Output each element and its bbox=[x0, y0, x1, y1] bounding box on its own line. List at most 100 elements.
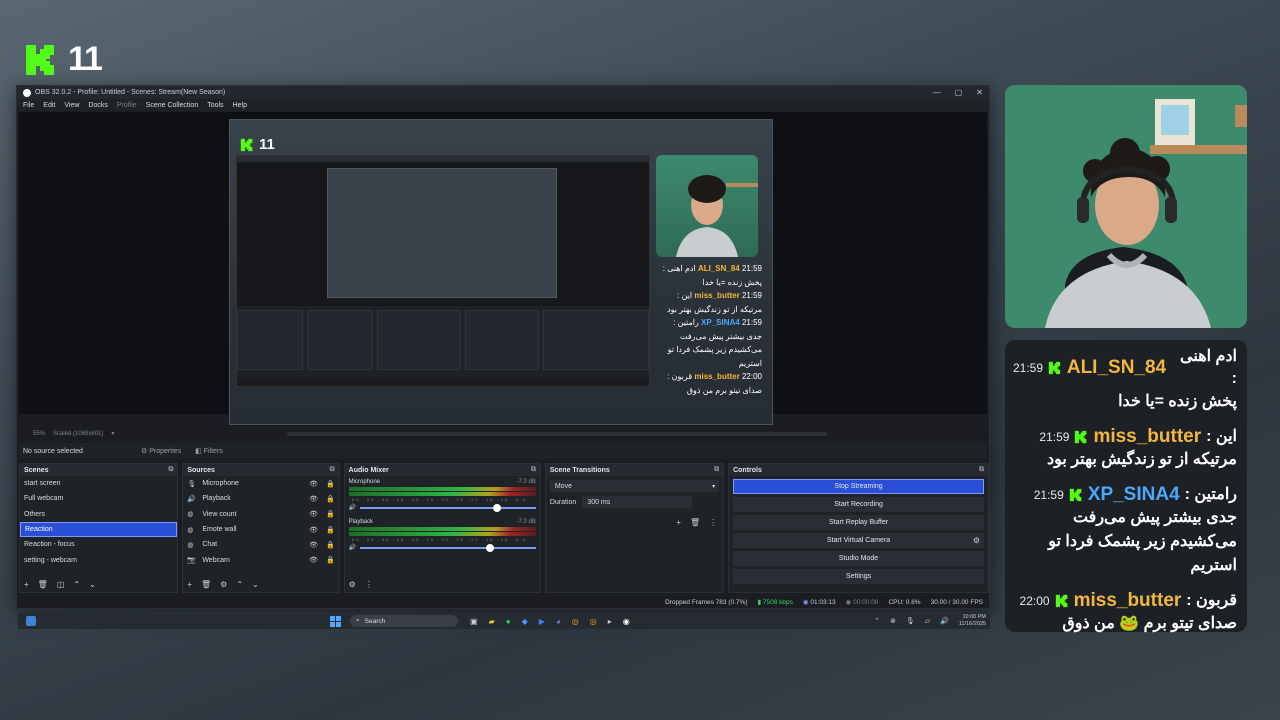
menu-view[interactable]: View bbox=[64, 102, 79, 109]
menu-profile[interactable]: Profile bbox=[117, 102, 137, 109]
eye-icon[interactable]: 👁 bbox=[309, 556, 318, 564]
move-up-icon[interactable]: ⌃ bbox=[236, 580, 243, 589]
eye-icon[interactable]: 👁 bbox=[309, 480, 318, 488]
scene-filter-icon[interactable]: ◫ bbox=[57, 580, 65, 589]
tray-icon[interactable]: ⊗ bbox=[890, 617, 896, 625]
dock-menu-icon[interactable]: ⧉ bbox=[168, 466, 173, 474]
source-item[interactable]: ◍ Emote wall 👁 🔒 bbox=[183, 522, 338, 537]
mixer-menu-icon[interactable]: ⋮ bbox=[365, 580, 373, 589]
lock-icon[interactable]: 🔒 bbox=[326, 480, 335, 488]
remove-source-icon[interactable]: 🗑 bbox=[201, 580, 211, 589]
preview-horizontal-scrollbar[interactable] bbox=[287, 432, 827, 436]
preview-area[interactable]: 11 21:59 ALI_SN_84 ادم اهنی: پخش زنده =… bbox=[19, 112, 987, 425]
zoom-level[interactable]: 55% bbox=[33, 431, 45, 437]
chat-username[interactable]: miss_butter bbox=[1093, 426, 1201, 448]
maximize-button[interactable]: ▢ bbox=[955, 88, 963, 97]
remove-scene-icon[interactable]: 🗑 bbox=[38, 580, 48, 589]
widgets-icon[interactable] bbox=[26, 616, 36, 626]
scene-item[interactable]: Full webcam bbox=[20, 491, 177, 506]
source-item[interactable]: ◍ Chat 👁 🔒 bbox=[183, 537, 338, 552]
windows-start-icon[interactable] bbox=[330, 615, 341, 627]
chat-username[interactable]: ALI_SN_84 bbox=[1067, 357, 1166, 379]
menu-file[interactable]: File bbox=[23, 102, 34, 109]
stream-preview[interactable]: 11 21:59 ALI_SN_84 ادم اهنی: پخش زنده =… bbox=[229, 119, 773, 425]
studio-mode-button[interactable]: Studio Mode bbox=[733, 551, 984, 566]
spotify-icon[interactable]: ● bbox=[506, 617, 511, 626]
vscode-icon[interactable]: ◆ bbox=[522, 617, 528, 626]
start-recording-button[interactable]: Start Recording bbox=[733, 497, 984, 512]
move-down-icon[interactable]: ⌄ bbox=[252, 580, 259, 589]
eye-icon[interactable]: 👁 bbox=[309, 495, 318, 503]
source-settings-icon[interactable]: ⚙ bbox=[220, 580, 227, 589]
chat-time: 22:00 bbox=[1019, 594, 1050, 608]
dock-menu-icon[interactable]: ⧉ bbox=[714, 466, 719, 474]
eye-icon[interactable]: 👁 bbox=[309, 541, 318, 549]
zoom-dropdown-icon[interactable]: ▾ bbox=[111, 430, 114, 437]
speaker-icon[interactable]: 🔊 bbox=[349, 544, 356, 551]
settings-button[interactable]: Settings bbox=[733, 569, 984, 584]
move-down-icon[interactable]: ⌄ bbox=[89, 580, 96, 589]
volume-slider[interactable] bbox=[360, 503, 536, 512]
file-explorer-icon[interactable]: ▰ bbox=[489, 617, 495, 626]
lock-icon[interactable]: 🔒 bbox=[326, 541, 335, 549]
scene-item[interactable]: start screen bbox=[20, 476, 177, 491]
dock-menu-icon[interactable]: ⧉ bbox=[330, 466, 335, 474]
obs-taskbar-icon[interactable]: ◉ bbox=[623, 617, 630, 626]
dock-menu-icon[interactable]: ⧉ bbox=[979, 466, 984, 474]
scene-item[interactable]: Others bbox=[20, 507, 177, 522]
eye-icon[interactable]: 👁 bbox=[309, 510, 318, 518]
chrome-icon[interactable]: ◎ bbox=[590, 617, 597, 626]
add-source-icon[interactable]: + bbox=[187, 580, 192, 589]
add-scene-icon[interactable]: + bbox=[24, 580, 29, 589]
menu-tools[interactable]: Tools bbox=[207, 102, 223, 109]
lock-icon[interactable]: 🔒 bbox=[326, 526, 335, 534]
volume-slider[interactable] bbox=[360, 543, 536, 552]
source-item[interactable]: 📷 Webcam 👁 🔒 bbox=[183, 552, 338, 567]
source-item[interactable]: 🎙 Microphone 👁 🔒 bbox=[183, 476, 338, 491]
eye-icon[interactable]: 👁 bbox=[309, 526, 318, 534]
terminal-icon[interactable]: ▸ bbox=[608, 617, 612, 626]
taskbar-search[interactable]: ⌕ Search bbox=[350, 615, 458, 627]
close-button[interactable]: ✕ bbox=[976, 88, 983, 97]
source-item[interactable]: 🔊 Playback 👁 🔒 bbox=[183, 491, 338, 506]
scene-item[interactable]: setting - webcam bbox=[20, 552, 177, 567]
discord-icon[interactable]: ◕ bbox=[556, 617, 561, 626]
volume-icon[interactable]: 🔊 bbox=[940, 617, 949, 625]
chevron-up-icon[interactable]: ⌃ bbox=[874, 617, 880, 625]
remove-transition-icon[interactable]: 🗑 bbox=[690, 518, 700, 527]
start-virtual-camera-button[interactable]: Start Virtual Camera ⚙ bbox=[733, 533, 984, 548]
stop-streaming-button[interactable]: Stop Streaming bbox=[733, 479, 984, 494]
window-title: OBS 32.0.2 - Profile: Untitled - Scenes:… bbox=[35, 89, 226, 96]
speaker-icon[interactable]: 🔊 bbox=[349, 504, 356, 511]
filters-button[interactable]: ◧ Filters bbox=[195, 447, 223, 455]
menu-edit[interactable]: Edit bbox=[43, 102, 55, 109]
start-replay-buffer-button[interactable]: Start Replay Buffer bbox=[733, 515, 984, 530]
scene-item[interactable]: Reaction - focus bbox=[20, 537, 177, 552]
chat-username[interactable]: XP_SINA4 bbox=[1088, 484, 1180, 506]
add-transition-icon[interactable]: + bbox=[676, 518, 681, 527]
mixer-settings-icon[interactable]: ⚙ bbox=[349, 580, 356, 589]
task-view-icon[interactable]: ▣ bbox=[470, 617, 478, 626]
media-player-icon[interactable]: ▶ bbox=[539, 617, 545, 626]
properties-button[interactable]: ⚙ Properties bbox=[141, 447, 181, 455]
lock-icon[interactable]: 🔒 bbox=[326, 510, 335, 518]
chrome-icon[interactable]: ◎ bbox=[572, 617, 579, 626]
menu-help[interactable]: Help bbox=[233, 102, 247, 109]
lock-icon[interactable]: 🔒 bbox=[326, 495, 335, 503]
network-icon[interactable]: ▱ bbox=[925, 617, 930, 625]
scene-item-selected[interactable]: Reaction bbox=[20, 521, 178, 538]
lock-icon[interactable]: 🔒 bbox=[326, 556, 335, 564]
transition-select[interactable]: Move ▾ bbox=[549, 480, 720, 492]
menu-scene-collection[interactable]: Scene Collection bbox=[146, 102, 199, 109]
move-up-icon[interactable]: ⌃ bbox=[73, 580, 80, 589]
dock-menu-icon[interactable]: ⧉ bbox=[531, 466, 536, 474]
gear-icon[interactable]: ⚙ bbox=[973, 536, 980, 545]
minimize-button[interactable]: — bbox=[933, 88, 941, 97]
source-item[interactable]: ◍ View count 👁 🔒 bbox=[183, 507, 338, 522]
transition-menu-icon[interactable]: ⋮ bbox=[709, 518, 717, 527]
chat-username[interactable]: miss_butter bbox=[1074, 590, 1182, 612]
menu-docks[interactable]: Docks bbox=[88, 102, 107, 109]
microphone-icon[interactable]: 🎙 bbox=[906, 617, 915, 625]
duration-input[interactable]: 300 ms bbox=[582, 496, 693, 508]
taskbar-clock[interactable]: 10:00 PM 11/16/2025 bbox=[959, 614, 986, 628]
